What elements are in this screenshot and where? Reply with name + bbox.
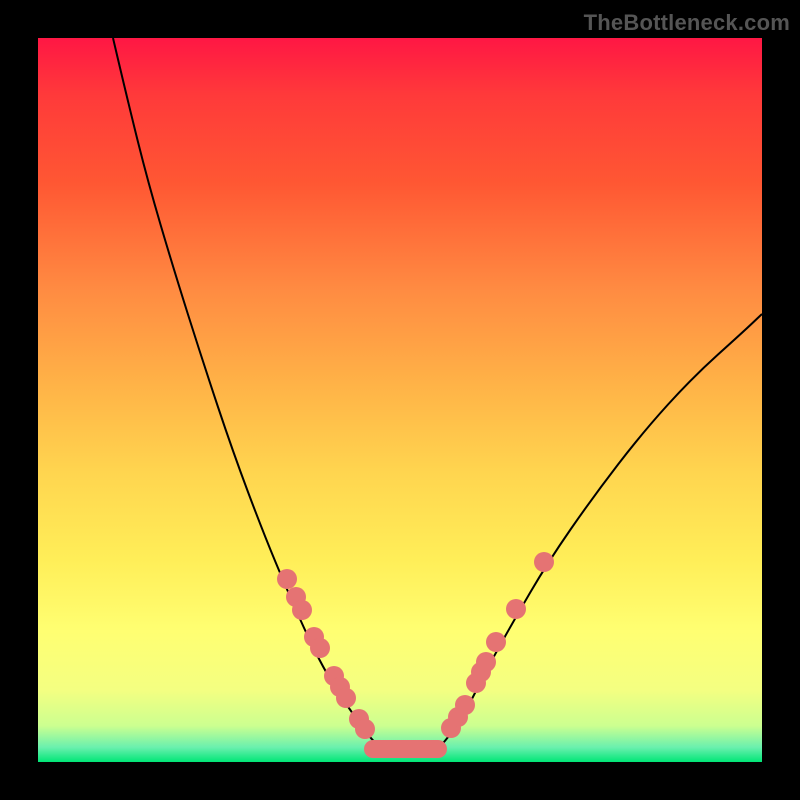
right-curve xyxy=(438,314,762,749)
left-curve xyxy=(113,38,383,749)
marker-dot xyxy=(455,695,475,715)
marker-dot xyxy=(486,632,506,652)
marker-dot xyxy=(292,600,312,620)
marker-dot xyxy=(277,569,297,589)
chart-canvas: TheBottleneck.com xyxy=(0,0,800,800)
marker-dot xyxy=(506,599,526,619)
marker-dot xyxy=(336,688,356,708)
plot-area xyxy=(38,38,762,762)
watermark-text: TheBottleneck.com xyxy=(584,10,790,36)
marker-dot xyxy=(355,719,375,739)
marker-dots xyxy=(277,552,554,739)
marker-dot xyxy=(310,638,330,658)
curve-layer xyxy=(38,38,762,762)
marker-dot xyxy=(476,652,496,672)
marker-dot xyxy=(534,552,554,572)
